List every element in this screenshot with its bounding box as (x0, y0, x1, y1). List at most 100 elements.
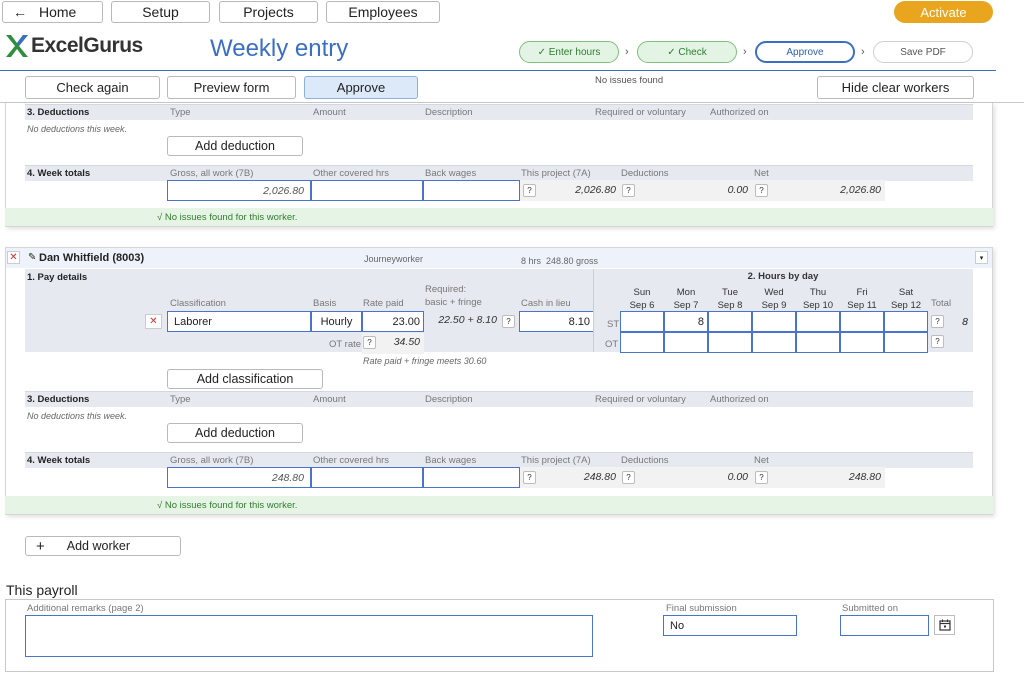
chevron-down-icon[interactable]: ▾ (975, 251, 988, 264)
worker-name: Dan Whitfield (8003) (39, 252, 145, 264)
required-sub-label: basic + fringe (425, 297, 482, 308)
help-icon[interactable]: ? (523, 184, 536, 197)
logo: ExcelGurus (4, 33, 143, 59)
home-button[interactable]: ← Home (2, 1, 103, 23)
st-label: ST (607, 319, 620, 330)
preview-form-button[interactable]: Preview form (167, 76, 296, 99)
deductions-title: 3. Deductions (27, 107, 90, 118)
required-value: 22.50 + 8.10 (438, 314, 497, 326)
deductions-title: 3. Deductions (27, 394, 90, 405)
st-hours-cell[interactable] (752, 311, 796, 332)
ot-rate-label: OT rate (329, 339, 362, 350)
ot-hours-cell[interactable] (884, 332, 928, 353)
st-hours-cell[interactable] (620, 311, 664, 332)
col-back-wages: Back wages (425, 455, 477, 466)
step-approve[interactable]: Approve (755, 41, 855, 63)
col-gross: Gross, all work (7B) (170, 455, 254, 466)
col-amount: Amount (313, 394, 346, 405)
ot-hours-cell[interactable] (708, 332, 752, 353)
final-submission-label: Final submission (666, 603, 737, 614)
pencil-icon[interactable]: ✎ (28, 252, 36, 263)
gross-field: 2,026.80 (167, 180, 311, 201)
add-deduction-button[interactable]: Add deduction (167, 423, 303, 443)
worker-header (6, 248, 992, 268)
other-hrs-field[interactable] (311, 467, 423, 488)
day-name: Thu (809, 287, 827, 298)
no-deductions-note: No deductions this week. (27, 124, 128, 134)
help-icon[interactable]: ? (363, 336, 376, 349)
st-total: 8 (962, 316, 968, 328)
help-icon[interactable]: ? (523, 471, 536, 484)
step-check[interactable]: ✓ Check (637, 41, 737, 63)
back-wages-field[interactable] (423, 467, 520, 488)
day-header-thu: Thu Sep 10 (796, 286, 840, 312)
step-enter-hours[interactable]: ✓ Enter hours (519, 41, 619, 63)
home-label: Home (39, 4, 77, 20)
projects-button[interactable]: Projects (219, 1, 318, 23)
step-save-pdf[interactable]: Save PDF (873, 41, 973, 63)
help-icon[interactable]: ? (931, 335, 944, 348)
activate-button[interactable]: Activate (894, 1, 993, 23)
st-hours-cell[interactable]: 8 (664, 311, 708, 332)
total-label: Total (931, 298, 952, 309)
add-worker-button[interactable]: + Add worker (25, 536, 181, 556)
worker-ok-banner: √ No issues found for this worker. (5, 208, 993, 226)
calendar-icon[interactable] (934, 615, 955, 635)
remove-worker-icon[interactable]: ✕ (7, 251, 20, 264)
hours-title: 2. Hours by day (747, 271, 819, 282)
remarks-textarea[interactable] (25, 615, 593, 657)
st-hours-cell[interactable] (708, 311, 752, 332)
approve-button[interactable]: Approve (304, 76, 418, 99)
ot-hours-cell[interactable] (840, 332, 884, 353)
chevron-right-icon: › (861, 46, 865, 58)
week-totals-title: 4. Week totals (27, 168, 91, 179)
classification-field[interactable]: Laborer (167, 311, 311, 332)
help-icon[interactable]: ? (622, 184, 635, 197)
deductions-value: 0.00 (727, 184, 748, 196)
cash-in-lieu-field[interactable]: 8.10 (519, 311, 594, 332)
week-totals-header (25, 452, 973, 468)
ot-rate-value: 34.50 (393, 336, 420, 348)
status-text: No issues found (595, 75, 664, 86)
net-value: 248.80 (848, 471, 881, 483)
employees-button[interactable]: Employees (326, 1, 440, 23)
help-icon[interactable]: ? (755, 471, 768, 484)
col-type: Type (170, 107, 191, 118)
help-icon[interactable]: ? (502, 315, 515, 328)
help-icon[interactable]: ? (622, 471, 635, 484)
add-deduction-button[interactable]: Add deduction (167, 136, 303, 156)
check-again-button[interactable]: Check again (25, 76, 160, 99)
ot-hours-cell[interactable] (664, 332, 708, 353)
st-hours-cell[interactable] (884, 311, 928, 332)
submitted-on-field[interactable] (840, 615, 929, 636)
other-hrs-field[interactable] (311, 180, 423, 201)
required-label: Required: (425, 284, 467, 295)
st-hours-cell[interactable] (840, 311, 884, 332)
back-wages-field[interactable] (423, 180, 520, 201)
st-hours-cell[interactable] (796, 311, 840, 332)
help-icon[interactable]: ? (931, 315, 944, 328)
ot-hours-cell[interactable] (796, 332, 840, 353)
basis-select[interactable]: Hourly (311, 311, 362, 332)
day-name: Tue (721, 287, 739, 298)
col-description: Description (425, 394, 473, 405)
hide-clear-workers-button[interactable]: Hide clear workers (817, 76, 974, 99)
ot-hours-cell[interactable] (620, 332, 664, 353)
final-submission-select[interactable]: No (663, 615, 797, 636)
day-header-wed: Wed Sep 9 (752, 286, 796, 312)
day-header-sat: Sat Sep 12 (884, 286, 928, 312)
worker-ok-banner: √ No issues found for this worker. (5, 496, 993, 514)
week-totals-title: 4. Week totals (27, 455, 91, 466)
col-other-hrs: Other covered hrs (313, 168, 390, 179)
rate-label: Rate paid (363, 298, 404, 309)
col-net: Net (754, 168, 769, 179)
rate-field[interactable]: 23.00 (362, 311, 424, 332)
day-header-sun: Sun Sep 6 (620, 286, 664, 312)
ot-hours-cell[interactable] (752, 332, 796, 353)
help-icon[interactable]: ? (755, 184, 768, 197)
chevron-right-icon: › (625, 46, 629, 58)
remove-classification-icon[interactable]: ✕ (145, 314, 162, 329)
col-net: Net (754, 455, 769, 466)
setup-button[interactable]: Setup (111, 1, 210, 23)
add-classification-button[interactable]: Add classification (167, 369, 323, 389)
